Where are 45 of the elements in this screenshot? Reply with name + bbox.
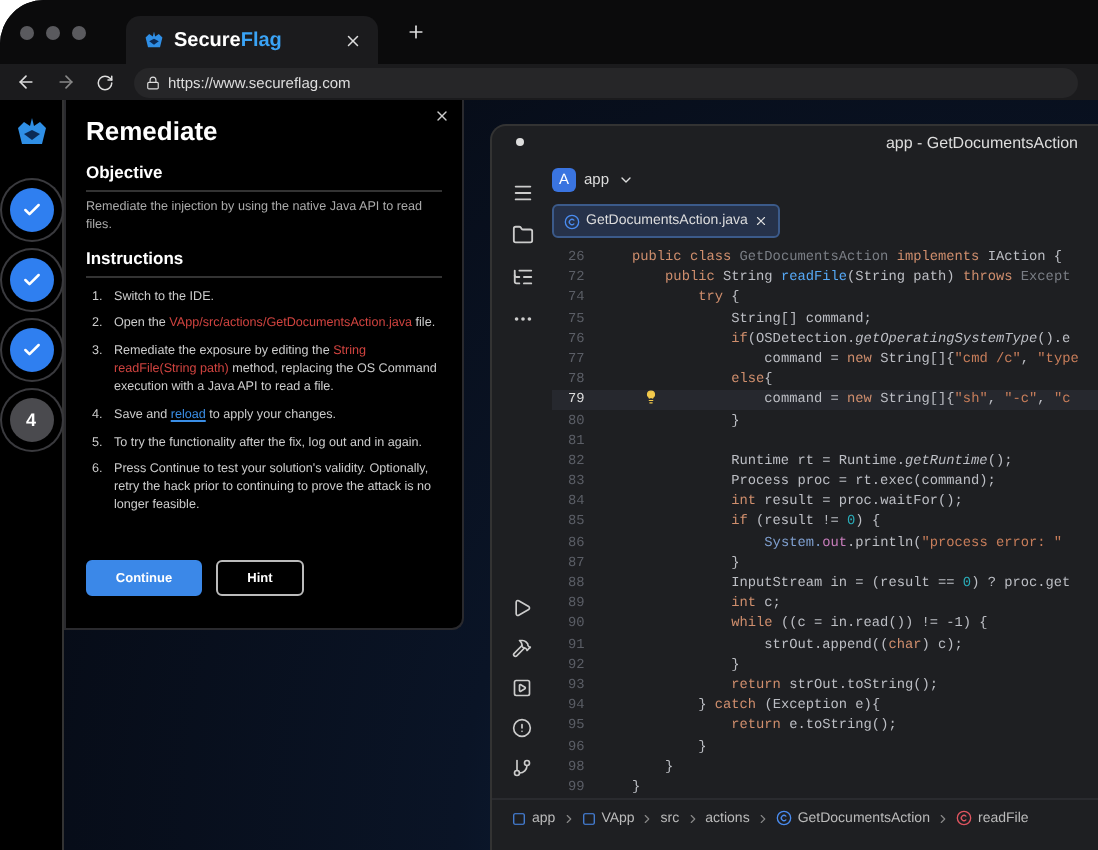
lightbulb-icon[interactable] (644, 390, 658, 405)
tab-title: SecureFlag (174, 29, 284, 51)
browser-tab[interactable]: SecureFlag (126, 16, 378, 64)
check-icon (21, 340, 41, 360)
new-tab-icon[interactable] (406, 22, 426, 42)
section-heading: Instructions (86, 247, 442, 278)
chevron-right-icon (935, 811, 950, 825)
play-icon[interactable] (512, 598, 532, 618)
alert-icon[interactable] (512, 718, 532, 738)
class-icon (775, 810, 792, 826)
panel-title: Remediate (86, 116, 220, 146)
step-button[interactable] (9, 188, 53, 232)
window-dot[interactable] (516, 138, 524, 146)
module-icon (512, 811, 526, 825)
step-button[interactable]: 4 (9, 398, 53, 442)
method-icon (955, 810, 972, 826)
window-dot[interactable] (72, 25, 86, 39)
check-icon (21, 200, 41, 220)
menu-icon[interactable] (511, 182, 533, 204)
close-icon[interactable] (344, 31, 362, 49)
chevron-right-icon (755, 811, 770, 825)
check-icon (21, 270, 41, 290)
close-icon[interactable] (753, 214, 768, 229)
folder-icon[interactable] (511, 224, 533, 246)
hammer-icon[interactable] (512, 638, 532, 658)
window-title: app - GetDocumentsAction (885, 133, 1078, 151)
chevron-right-icon (685, 811, 700, 825)
chevron-right-icon (640, 811, 655, 825)
play-square-icon[interactable] (512, 678, 532, 698)
back-icon[interactable] (16, 72, 36, 92)
window-dot[interactable] (20, 25, 34, 39)
module-icon (581, 811, 596, 825)
section-heading: Objective (86, 162, 442, 192)
forward-icon[interactable] (56, 72, 76, 92)
structure-icon[interactable] (511, 266, 533, 288)
close-icon[interactable] (434, 108, 450, 124)
chevron-right-icon (561, 811, 576, 825)
step-button[interactable] (9, 258, 53, 302)
step-button[interactable] (9, 328, 53, 372)
reload-icon[interactable] (96, 73, 114, 91)
logo-icon (142, 28, 166, 52)
class-icon (564, 213, 580, 230)
window-dot[interactable] (46, 25, 60, 39)
branch-icon[interactable] (512, 758, 532, 778)
lock-icon (146, 75, 160, 89)
